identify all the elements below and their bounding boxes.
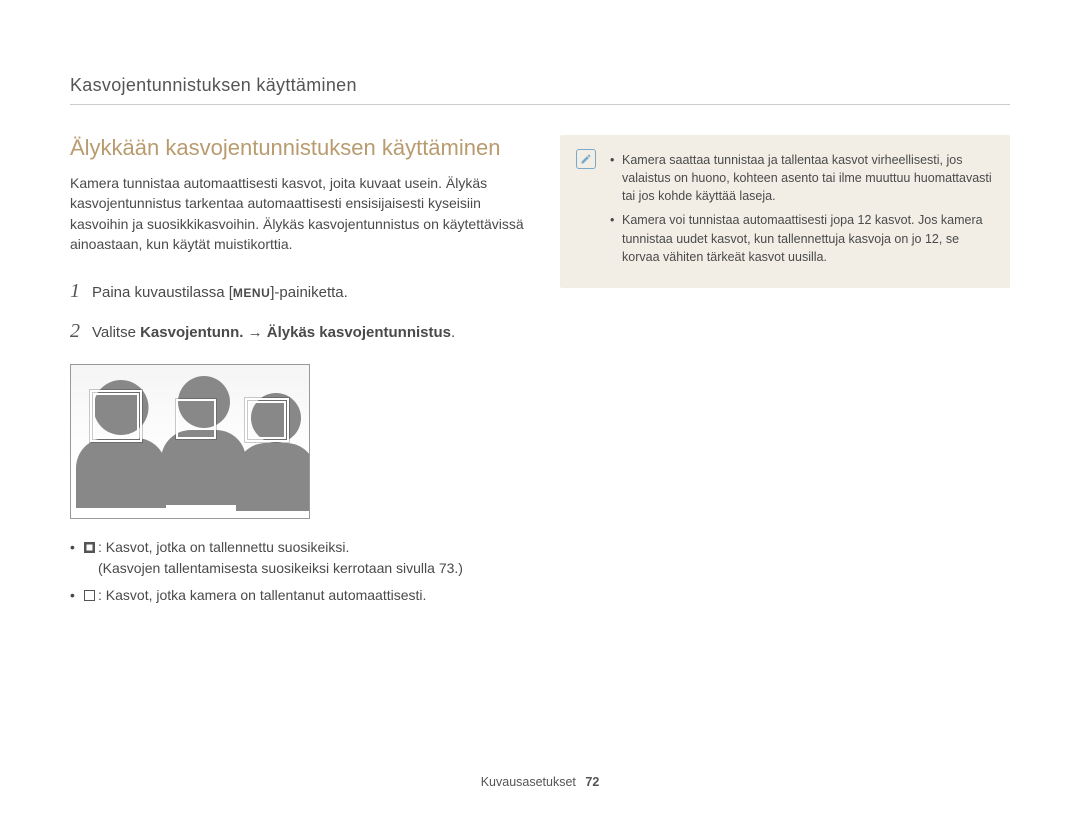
left-column: Älykkään kasvojentunnistuksen käyttämine…	[70, 135, 525, 612]
info-list: Kamera saattaa tunnistaa ja tallentaa ka…	[610, 151, 992, 266]
step-text: Paina kuvaustilassa [MENU]-painiketta.	[92, 282, 348, 305]
info-note-box: Kamera saattaa tunnistaa ja tallentaa ka…	[560, 135, 1010, 288]
step-number: 2	[70, 316, 80, 346]
menu-button-label: MENU	[233, 284, 270, 302]
header-divider	[70, 104, 1010, 105]
info-item: Kamera saattaa tunnistaa ja tallentaa ka…	[610, 151, 992, 205]
step-bold: Kasvojentunn. → Älykäs kasvojentunnistus	[140, 324, 451, 341]
content-columns: Älykkään kasvojentunnistuksen käyttämine…	[70, 135, 1010, 612]
manual-page: Kasvojentunnistuksen käyttäminen Älykkää…	[0, 0, 1080, 612]
info-item: Kamera voi tunnistaa automaattisesti jop…	[610, 211, 992, 265]
double-frame-icon	[84, 542, 95, 553]
face-frame	[248, 401, 286, 439]
legend-notes: : Kasvot, jotka on tallennettu suosikeik…	[70, 537, 525, 606]
intro-paragraph: Kamera tunnistaa automaattisesti kasvot,…	[70, 173, 525, 254]
header-section-title: Kasvojentunnistuksen käyttäminen	[70, 75, 1010, 96]
right-column: Kamera saattaa tunnistaa ja tallentaa ka…	[560, 135, 1010, 612]
note-pencil-icon	[576, 149, 596, 169]
step-text: Valitse Kasvojentunn. → Älykäs kasvojent…	[92, 322, 455, 345]
step-1: 1 Paina kuvaustilassa [MENU]-painiketta.	[70, 276, 525, 306]
legend-subtext: (Kasvojen tallentamisesta suosikeiksi ke…	[84, 558, 525, 579]
face-frame	[93, 393, 139, 439]
section-heading: Älykkään kasvojentunnistuksen käyttämine…	[70, 135, 525, 161]
step-number: 1	[70, 276, 80, 306]
single-frame-icon	[84, 590, 95, 601]
face-frame	[176, 399, 216, 439]
footer-page-number: 72	[585, 775, 599, 789]
face-detection-illustration	[70, 364, 310, 519]
footer-section-label: Kuvausasetukset	[481, 775, 576, 789]
legend-item: : Kasvot, jotka kamera on tallentanut au…	[70, 585, 525, 606]
page-footer: Kuvausasetukset 72	[0, 775, 1080, 789]
legend-item: : Kasvot, jotka on tallennettu suosikeik…	[70, 537, 525, 579]
step-2: 2 Valitse Kasvojentunn. → Älykäs kasvoje…	[70, 316, 525, 346]
